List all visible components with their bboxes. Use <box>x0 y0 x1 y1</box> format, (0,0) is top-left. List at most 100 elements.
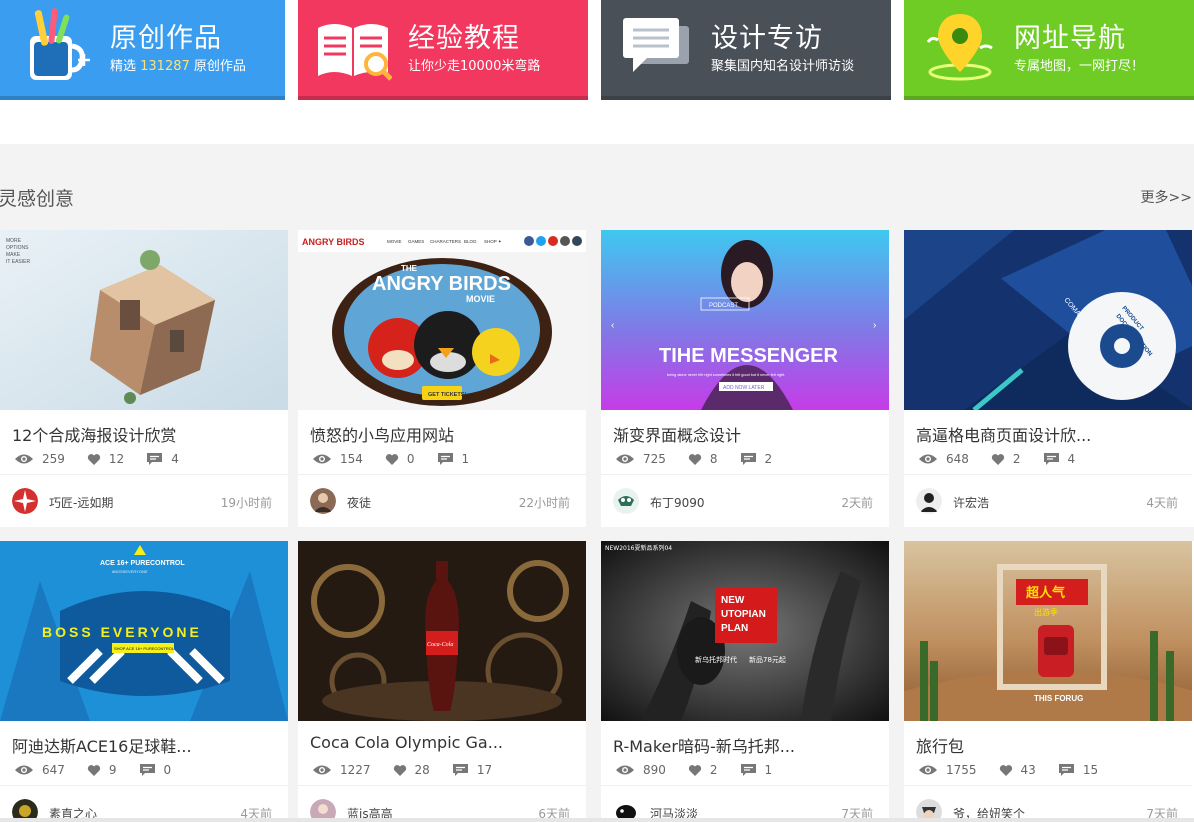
svg-text:PODCAST: PODCAST <box>709 303 738 309</box>
svg-text:BOSS EVERYONE: BOSS EVERYONE <box>42 624 202 640</box>
card-title: 高逼格电商页面设计欣... <box>916 426 1092 445</box>
comment-count: 1 <box>764 763 773 777</box>
card-title: 渐变界面概念设计 <box>613 426 742 445</box>
works-count: 131287 <box>140 59 190 74</box>
svg-text:TIHE MESSENGER: TIHE MESSENGER <box>659 345 838 367</box>
more-link[interactable]: 更多>> <box>1141 187 1192 207</box>
card-divider <box>601 785 889 786</box>
card-stats: 890 2 1 <box>615 763 794 777</box>
card[interactable]: MORE OPTIONS MAKE IT EASIER 12个合成海报设计欣赏 … <box>0 230 288 527</box>
author-name[interactable]: 夜徒 <box>347 494 371 511</box>
card[interactable]: COMARCH PRODUCT DOCUMENTATION 高逼格电商页面设计欣… <box>904 230 1194 527</box>
author-name[interactable]: 巧匠-远如期 <box>49 494 113 511</box>
card-thumbnail: MORE OPTIONS MAKE IT EASIER <box>0 230 288 410</box>
card-title: 12个合成海报设计欣赏 <box>12 426 177 445</box>
like-count: 2 <box>1012 452 1021 466</box>
comment-icon[interactable] <box>437 452 454 466</box>
svg-text:being alone never felt right s: being alone never felt right sometimes i… <box>667 373 785 377</box>
card-thumbnail: COMARCH PRODUCT DOCUMENTATION <box>904 230 1192 410</box>
comment-count: 4 <box>171 452 179 466</box>
svg-text:Coca-Cola: Coca-Cola <box>427 642 453 648</box>
comment-icon[interactable] <box>1043 452 1060 466</box>
feature-title: 原创作品 <box>110 23 222 54</box>
svg-text:‹: ‹ <box>611 320 614 331</box>
card[interactable]: ANGRY BIRDS MOVIE GAMES CHARACTERS BLOG … <box>298 230 586 527</box>
svg-text:新品78元起: 新品78元起 <box>749 655 786 664</box>
eye-icon <box>15 765 33 775</box>
avatar[interactable] <box>613 488 639 514</box>
card-stats: 1755 43 15 <box>918 763 1120 777</box>
card-thumbnail: Coca-Cola <box>298 541 586 721</box>
svg-text:MOVIE: MOVIE <box>466 294 495 304</box>
card-stats: 259 12 4 <box>14 452 201 466</box>
comment-icon[interactable] <box>740 452 757 466</box>
eye-icon <box>919 454 937 464</box>
feature-title: 设计专访 <box>711 23 823 54</box>
heart-icon[interactable] <box>87 764 101 777</box>
view-count: 647 <box>42 763 65 777</box>
eye-icon <box>313 765 331 775</box>
feature-tutorials[interactable]: 经验教程 让你少走10000米弯路 <box>298 0 588 100</box>
heart-icon[interactable] <box>688 453 702 466</box>
svg-text:THIS FORUG: THIS FORUG <box>1034 694 1083 703</box>
heart-icon[interactable] <box>87 453 101 466</box>
avatar[interactable] <box>12 488 38 514</box>
heart-icon[interactable] <box>991 453 1005 466</box>
eye-icon <box>919 765 937 775</box>
view-count: 259 <box>42 452 65 466</box>
author-name[interactable]: 布丁9090 <box>650 494 705 511</box>
card-thumbnail: PODCAST TIHE MESSENGER being alone never… <box>601 230 889 410</box>
heart-icon[interactable] <box>688 764 702 777</box>
card[interactable]: NEW UTOPIAN PLAN 新乌托邦时代 新品78元起 NEW2016夏新… <box>601 541 889 822</box>
map-pin-icon <box>926 14 993 81</box>
avatar[interactable] <box>310 488 336 514</box>
author-name[interactable]: 许宏浩 <box>953 494 989 511</box>
card-title: R-Maker暗码-新乌托邦... <box>613 737 796 756</box>
view-count: 725 <box>643 452 666 466</box>
svg-text:NEW2016夏新品系列04: NEW2016夏新品系列04 <box>605 544 672 552</box>
card-title: 阿迪达斯ACE16足球鞋... <box>12 737 192 756</box>
heart-icon[interactable] <box>393 764 407 777</box>
svg-text:OPTIONS: OPTIONS <box>6 245 29 251</box>
heart-icon[interactable] <box>999 764 1013 777</box>
comment-count: 17 <box>476 763 493 777</box>
comment-icon[interactable] <box>452 763 469 777</box>
view-count: 890 <box>643 763 666 777</box>
feature-interviews[interactable]: 设计专访 聚集国内知名设计师访谈 <box>601 0 891 100</box>
svg-text:ACE 16+ PURECONTROL: ACE 16+ PURECONTROL <box>100 560 185 567</box>
card[interactable]: ACE 16+ PURECONTROL #BOSSEVERYONE BOSS E… <box>0 541 288 822</box>
comment-icon[interactable] <box>740 763 757 777</box>
like-count: 28 <box>414 763 430 777</box>
svg-text:›: › <box>873 320 876 331</box>
feature-original-works[interactable]: 原创作品 精选 131287 原创作品 <box>0 0 285 100</box>
svg-text:SHOP ✦: SHOP ✦ <box>484 239 502 244</box>
svg-text:#BOSSEVERYONE: #BOSSEVERYONE <box>112 569 148 574</box>
svg-text:MORE: MORE <box>6 238 22 244</box>
like-count: 0 <box>406 452 415 466</box>
svg-text:ADD NOW LATER: ADD NOW LATER <box>723 385 765 391</box>
card[interactable]: Coca-Cola Coca Cola Olympic Ga... 1227 2… <box>298 541 586 822</box>
svg-text:UTOPIAN: UTOPIAN <box>721 609 766 620</box>
heart-icon[interactable] <box>385 453 399 466</box>
feature-subtitle: 专属地图，一网打尽！ <box>1014 59 1145 74</box>
card[interactable]: PODCAST TIHE MESSENGER being alone never… <box>601 230 889 527</box>
feature-subtitle: 让你少走10000米弯路 <box>408 59 541 74</box>
avatar[interactable] <box>916 488 942 514</box>
card-divider <box>298 785 586 786</box>
svg-text:PLAN: PLAN <box>721 623 748 634</box>
card-thumbnail: ANGRY BIRDS MOVIE GAMES CHARACTERS BLOG … <box>298 230 586 410</box>
feature-site-navigation[interactable]: 网址导航 专属地图，一网打尽！ <box>904 0 1194 100</box>
svg-text:CHARACTERS: CHARACTERS <box>430 239 461 244</box>
comment-icon[interactable] <box>1058 763 1075 777</box>
like-count: 43 <box>1020 763 1036 777</box>
feature-title: 网址导航 <box>1014 23 1126 54</box>
eye-icon <box>616 765 634 775</box>
eye-icon <box>15 454 33 464</box>
comment-icon[interactable] <box>146 452 163 466</box>
svg-text:SHOP ACE 16+ PURECONTROL: SHOP ACE 16+ PURECONTROL <box>114 646 175 651</box>
svg-text:ANGRY BIRDS: ANGRY BIRDS <box>372 273 511 295</box>
comment-icon[interactable] <box>139 763 156 777</box>
comment-count: 0 <box>163 763 172 777</box>
svg-text:出游季: 出游季 <box>1034 607 1058 617</box>
card[interactable]: 超人气 出游季 THIS FORUG 旅行包 1755 43 15 爷，给妞笑个… <box>904 541 1194 822</box>
